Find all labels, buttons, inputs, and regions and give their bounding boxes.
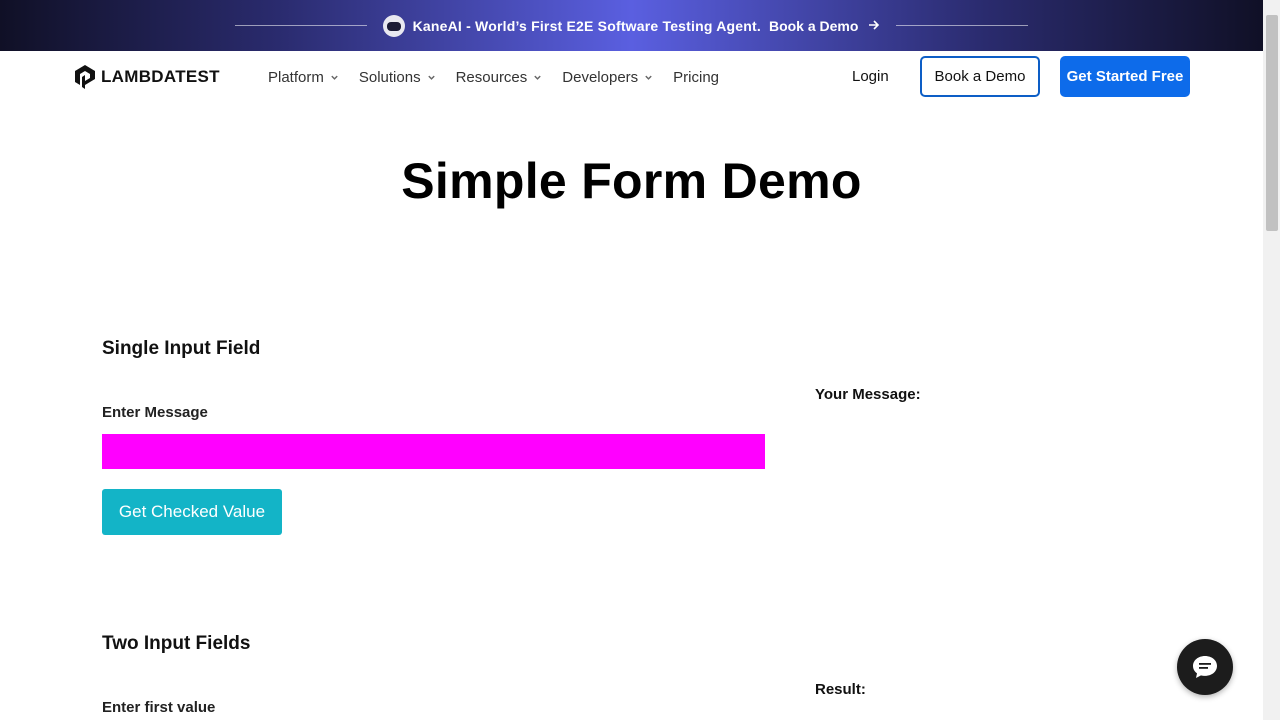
get-started-button[interactable]: Get Started Free (1060, 56, 1190, 97)
message-input[interactable] (102, 434, 765, 469)
lambdatest-logo[interactable]: LAMBDATEST (73, 64, 220, 90)
book-demo-button[interactable]: Book a Demo (920, 56, 1040, 97)
result-label: Result: (815, 681, 866, 698)
banner-book-demo-link[interactable]: Book a Demo (769, 18, 858, 34)
nav-menu: Platform Solutions Resources Developers … (268, 51, 739, 103)
nav-item-label: Platform (268, 68, 324, 86)
announcement-banner[interactable]: KaneAI - World’s First E2E Software Test… (0, 0, 1263, 51)
chevron-down-icon (331, 75, 338, 80)
nav-item-label: Pricing (673, 68, 720, 86)
single-input-section-title: Single Input Field (102, 338, 261, 359)
enter-message-label: Enter Message (102, 404, 208, 421)
scrollbar-thumb[interactable] (1266, 15, 1278, 231)
chat-button[interactable] (1177, 639, 1233, 695)
nav-item-developers[interactable]: Developers (562, 69, 653, 86)
chevron-down-icon (645, 75, 652, 80)
logo-text: LAMBDATEST (101, 67, 220, 86)
nav-item-pricing[interactable]: Pricing (673, 69, 719, 86)
two-input-section-title: Two Input Fields (102, 633, 251, 654)
banner-divider-left (234, 25, 367, 26)
nav-item-platform[interactable]: Platform (268, 69, 339, 86)
nav-item-solutions[interactable]: Solutions (359, 69, 436, 86)
arrow-right-icon (868, 18, 880, 34)
main-nav: LAMBDATEST Platform Solutions Resources … (0, 51, 1263, 103)
nav-item-resources[interactable]: Resources (456, 69, 543, 86)
first-value-label: Enter first value (102, 699, 216, 716)
page-title: Simple Form Demo (401, 153, 862, 209)
nav-item-label: Solutions (358, 68, 421, 86)
banner-divider-right (896, 25, 1029, 26)
get-checked-value-button[interactable]: Get Checked Value (102, 489, 282, 535)
nav-item-label: Resources (455, 68, 528, 86)
login-link[interactable]: Login (852, 68, 889, 85)
chat-bubble-icon (1193, 656, 1217, 678)
kaneai-icon (382, 14, 405, 37)
nav-item-label: Developers (562, 68, 639, 86)
chevron-down-icon (427, 75, 435, 80)
chevron-down-icon (534, 75, 541, 80)
your-message-label: Your Message: (815, 386, 921, 403)
banner-message: KaneAI - World’s First E2E Software Test… (412, 17, 761, 34)
lambdatest-logo-icon (75, 65, 95, 89)
